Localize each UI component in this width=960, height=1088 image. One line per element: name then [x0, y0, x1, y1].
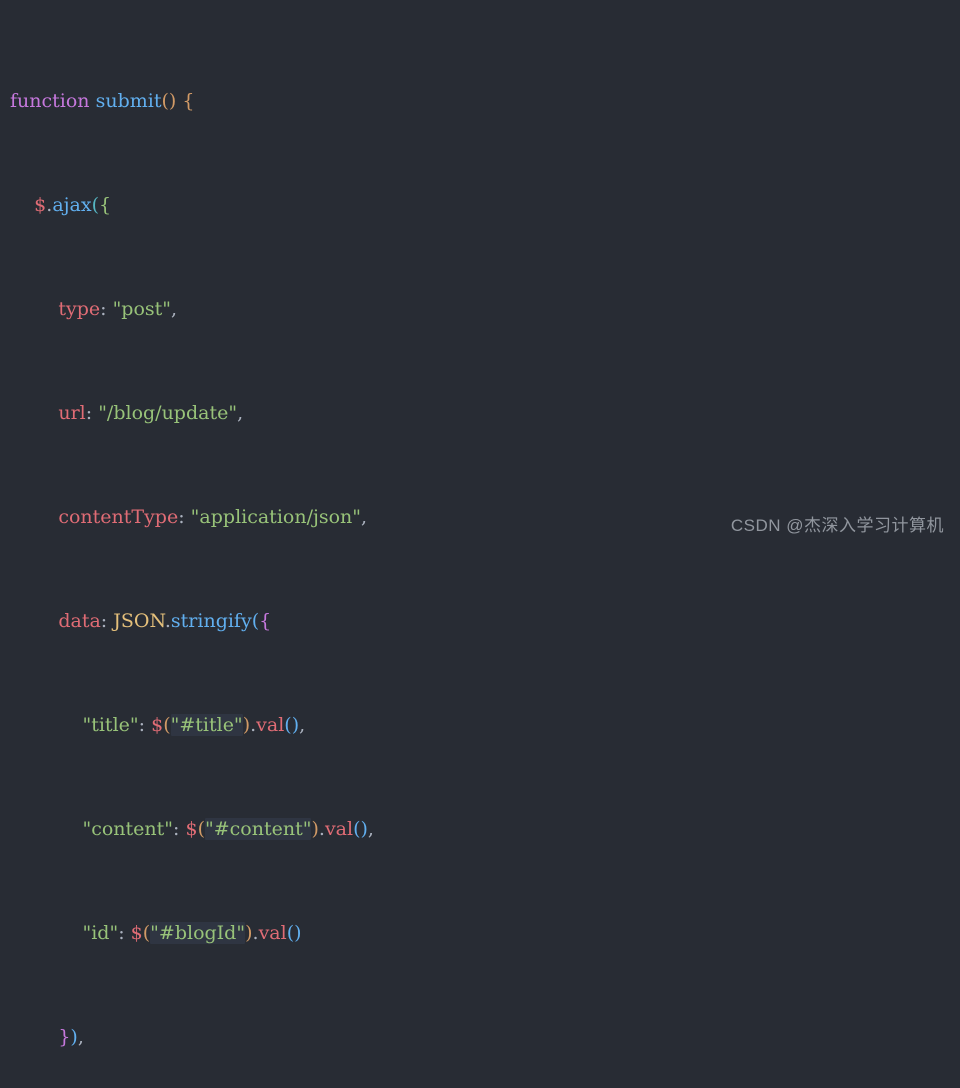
- code-line-3[interactable]: type: "post",: [10, 296, 960, 322]
- token-key-data: data: [58, 610, 101, 632]
- token-brace-open-depth1: {: [182, 90, 195, 112]
- token-paren-open-depth2: (: [91, 194, 99, 216]
- token-function-name-ajax: ajax: [52, 194, 92, 216]
- token-string-url: "/blog/update": [98, 402, 238, 424]
- token-comma: ,: [237, 402, 244, 424]
- token-colon: :: [85, 402, 99, 424]
- token-paren-pair: (): [286, 922, 302, 944]
- token-key-content: "content": [82, 818, 174, 840]
- token-paren-open: (: [163, 714, 171, 736]
- token-paren-open-depth4: (: [251, 610, 260, 632]
- token-method-val: val: [256, 714, 285, 736]
- token-jquery-dollar: $: [151, 714, 164, 736]
- code-line-7[interactable]: "title": $("#title").val(),: [10, 712, 960, 738]
- token-colon: :: [118, 922, 131, 944]
- token-key-title: "title": [82, 714, 139, 736]
- token-paren-open: (: [197, 818, 205, 840]
- code-line-2[interactable]: $.ajax({: [10, 192, 960, 218]
- token-comma: ,: [367, 818, 374, 840]
- token-comma: ,: [77, 1026, 84, 1048]
- token-colon: :: [100, 610, 114, 632]
- token-selector-blogid: "#blogId": [150, 922, 246, 944]
- token-colon: :: [178, 506, 191, 528]
- code-line-9[interactable]: "id": $("#blogId").val(): [10, 920, 960, 946]
- token-key-id: "id": [82, 922, 119, 944]
- token-colon: :: [173, 818, 186, 840]
- token-colon: :: [138, 714, 152, 736]
- token-method-val: val: [258, 922, 287, 944]
- token-paren-pair: (): [353, 818, 368, 840]
- token-selector-title: "#title": [170, 714, 243, 736]
- code-content[interactable]: function submit() { $.ajax({ type: "post…: [0, 10, 960, 1088]
- token-paren-close: ): [242, 714, 251, 736]
- token-colon: :: [100, 298, 113, 320]
- token-comma: ,: [299, 714, 306, 736]
- code-line-8[interactable]: "content": $("#content").val(),: [10, 816, 960, 842]
- token-paren-close: ): [245, 922, 253, 944]
- token-key-type: type: [58, 298, 101, 320]
- token-key-contenttype: contentType: [58, 506, 179, 528]
- token-brace-open-depth3: {: [99, 194, 112, 216]
- token-function-name-stringify: stringify: [170, 610, 252, 632]
- token-string-post: "post": [112, 298, 172, 320]
- token-key-url: url: [58, 402, 86, 424]
- watermark-csdn: CSDN @杰深入学习计算机: [730, 516, 944, 535]
- token-object-json: JSON: [113, 610, 165, 632]
- code-line-6[interactable]: data: JSON.stringify({: [10, 608, 960, 634]
- token-paren-close: ): [311, 818, 319, 840]
- token-paren-close-depth4: ): [70, 1026, 78, 1048]
- code-line-10[interactable]: }),: [10, 1024, 960, 1050]
- token-paren-pair: (): [284, 714, 300, 736]
- token-string-contenttype: "application/json": [190, 506, 362, 528]
- token-comma: ,: [361, 506, 368, 528]
- code-editor[interactable]: function submit() { $.ajax({ type: "post…: [0, 0, 960, 1048]
- token-method-val: val: [324, 818, 354, 840]
- token-comma: ,: [171, 298, 178, 320]
- token-brace-open-depth5: {: [259, 610, 272, 632]
- token-jquery-dollar: $: [185, 818, 198, 840]
- token-brace-close-depth5: }: [58, 1026, 71, 1048]
- token-jquery-dollar: $: [34, 194, 47, 216]
- token-function-name-submit: submit: [95, 90, 162, 112]
- token-selector-content: "#content": [205, 818, 312, 840]
- token-keyword-function: function: [10, 90, 90, 112]
- code-line-1[interactable]: function submit() {: [10, 88, 960, 114]
- code-line-4[interactable]: url: "/blog/update",: [10, 400, 960, 426]
- token-jquery-dollar: $: [130, 922, 143, 944]
- token-paren-open: (: [161, 90, 169, 112]
